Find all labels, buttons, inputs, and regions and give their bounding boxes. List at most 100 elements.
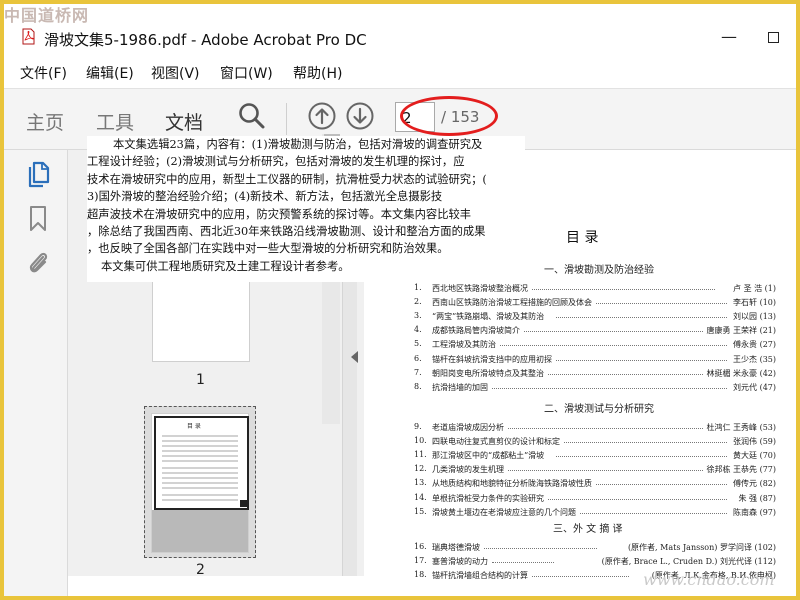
toc-entry[interactable]: 4. 成都铁路局管内滑坡简介 唐康勇 王荣祥 (21) (414, 325, 776, 337)
arrow-up-circle-icon[interactable] (307, 101, 337, 131)
minimize-button[interactable]: — (718, 26, 740, 48)
toc-entry-author-page: 卢 圣 浩 (1) (733, 284, 776, 293)
watermark-bottom: www.cndao.com (643, 570, 775, 589)
menu-edit[interactable]: 编辑(E) (86, 63, 134, 83)
toc-dot-leader (548, 498, 728, 500)
toc-entry-number: 10. (414, 436, 427, 446)
bookmark-icon[interactable] (28, 204, 48, 234)
toc-dot-leader (532, 576, 630, 578)
toc-section-title: 三、外 文 摘 译 (553, 524, 623, 535)
toc-entry-title: 那江滑坡区中的“成都粘土”滑坡 (432, 451, 545, 461)
toc-entry-title: 朝阳岗变电所滑坡特点及其整治 (432, 368, 544, 378)
toc-entry[interactable]: 8. 抗滑挡墙的加固 刘元代 (47) (414, 382, 776, 394)
page-thumbnails-icon[interactable] (26, 160, 50, 188)
toc-entry-title: 几类滑坡的发生机理 (432, 465, 504, 475)
toc-entry-number: 11. (414, 450, 427, 460)
toc-dot-leader (492, 387, 728, 389)
viewport-resize-handle[interactable] (240, 500, 247, 507)
pdf-file-icon (22, 28, 35, 45)
overlay-line: ，除总结了我国西南、西北近30年来铁路沿线滑坡勘测、设计和整治方面的成果 (87, 225, 486, 239)
menu-window[interactable]: 窗口(W) (220, 63, 273, 83)
toc-entry[interactable]: 13. 从地质结构和地貌特征分析陇海铁路滑坡性质 傅传元 (82) (414, 478, 776, 490)
toc-entry-number: 15. (414, 506, 427, 516)
toc-entry-title: 锚杆在斜坡抗滑支挡中的应用初探 (432, 354, 552, 364)
watermark-top: 中国道桥网 (4, 6, 90, 25)
toc-entry-number: 13. (414, 478, 427, 488)
toc-entry[interactable]: 11. 那江滑坡区中的“成都粘土”滑坡 黄大廷 (70) (414, 450, 776, 462)
toc-entry-number: 14. (414, 492, 427, 502)
toc-dot-leader (508, 470, 703, 472)
toc-entry-number: 7. (414, 367, 422, 377)
tab-tools[interactable]: 工具 (96, 108, 134, 135)
toc-dot-leader (484, 548, 598, 549)
toc-entry-author-page: (原作者, Mats Jansson) 罗学问译 (102) (627, 543, 776, 552)
overlay-line: ，也反映了全国各部门在实践中对一些大型滑坡的分析研究和防治效果。 (87, 242, 449, 256)
maximize-button[interactable] (762, 26, 784, 48)
menu-file[interactable]: 文件(F) (20, 63, 67, 83)
toc-entry-title: 四联电动往复式直剪仪的设计和标定 (432, 437, 560, 447)
attachment-icon[interactable] (25, 248, 51, 278)
overlay-line: 超声波技术在滑坡研究中的应用，防灾预警系统的探讨等。本文集内容比较丰 (87, 207, 472, 221)
toc-dot-leader (596, 484, 728, 486)
toc-entry[interactable]: 5. 工程滑坡及其防治 傅永贵 (27) (414, 339, 776, 351)
toc-entry[interactable]: 15. 滑坡黄土堰边在老滑坡应注意的几个问题 陈南森 (97) (414, 507, 776, 519)
toc-entry-number: 4. (414, 325, 422, 335)
acrobat-window: 中国道桥网 滑坡文集5-1986.pdf - Adobe Acrobat Pro… (4, 4, 796, 596)
toc-dot-leader (508, 428, 703, 429)
menu-view[interactable]: 视图(V) (151, 63, 200, 83)
toc-entry-number: 3. (414, 311, 422, 321)
toc-entry-author-page: 林挺楣 米永豪 (42) (706, 368, 776, 378)
left-rail (4, 150, 68, 596)
toc-entry-author-page: (原作者, Brace L., Cruden D.) 刘光代译 (112) (601, 557, 776, 567)
tab-home[interactable]: 主页 (26, 108, 64, 135)
toc-entry-title: 成都铁路局管内滑坡简介 (432, 326, 520, 336)
overlay-line: 本文集选辑23篇，内容有：(1)滑坡勘测与防治，包括对滑坡的调查研究及 (113, 138, 483, 151)
toc-entry-author-page: 李石轩 (10) (733, 298, 776, 308)
toc-entry-title: 滑坡黄土堰边在老滑坡应注意的几个问题 (432, 507, 576, 517)
overlay-line: 工程设计经验；(2)滑坡测试与分析研究，包括对滑坡的发生机理的探讨，应 (87, 155, 465, 169)
toc-entry[interactable]: 17. 塞普滑坡的动力 (原作者, Brace L., Cruden D.) 刘光代… (414, 556, 776, 568)
toc-entry-author-page: 傅永贵 (27) (733, 340, 776, 350)
menu-bar: 文件(F) 编辑(E) 视图(V) 窗口(W) 帮助(H) (4, 60, 796, 86)
toc-dot-leader (500, 345, 728, 347)
toc-section-title: 一、滑坡勘测及防治经验 (544, 265, 654, 276)
toc-entry-author-page: 刘以园 (13) (733, 312, 776, 322)
toc-entry-title: 抗滑挡墙的加固 (432, 382, 488, 392)
overlay-line: 技术在滑坡研究中的应用，新型土工仪器的研制，抗滑桩受力状态的试验研究；( (87, 172, 487, 186)
window-title: 滑坡文集5-1986.pdf - Adobe Acrobat Pro DC (44, 31, 367, 49)
toc-entry-title: 锚杆抗滑墙组合结构的计算 (432, 571, 528, 581)
toc-entry[interactable]: 6. 锚杆在斜坡抗滑支挡中的应用初探 王少杰 (35) (414, 354, 776, 366)
toc-entry-author-page: 徐邦栋 王恭先 (77) (706, 465, 776, 475)
thumbnail-selection[interactable]: 目 录 (144, 406, 256, 558)
toc-entry-author-page: 陈南森 (97) (733, 507, 776, 517)
toc-entry[interactable]: 12. 几类滑坡的发生机理 徐邦栋 王恭先 (77) (414, 464, 776, 476)
highlight-ellipse (400, 96, 498, 136)
search-icon[interactable] (238, 102, 266, 130)
toc-entry-title: 西南山区铁路防治滑坡工程措施的回顾及体会 (432, 298, 592, 308)
viewport-indicator[interactable] (154, 416, 249, 510)
toc-entry[interactable]: 9. 老道庙滑坡成因分析 杜鸿仁 王秀峰 (53) (414, 422, 776, 434)
toc-entry[interactable]: 14. 单根抗滑桩受力条件的实验研究 朱 强 (87) (414, 493, 776, 505)
toc-entry-title: 瑞典塔德滑坡 (432, 543, 480, 552)
title-bar: 中国道桥网 滑坡文集5-1986.pdf - Adobe Acrobat Pro… (4, 4, 796, 56)
toc-entry[interactable]: 1. 西北地区铁路滑坡整治概况 卢 圣 浩 (1) (414, 283, 776, 295)
toc-entry-title: 工程滑坡及其防治 (432, 340, 496, 350)
toc-entry-number: 9. (414, 422, 422, 431)
toc-entry[interactable]: 10. 四联电动往复式直剪仪的设计和标定 张润伟 (59) (414, 436, 776, 448)
toc-dot-leader (564, 442, 728, 444)
arrow-down-circle-icon[interactable] (345, 101, 375, 131)
toc-dot-leader (556, 317, 728, 319)
toc-entry[interactable]: 3. “两宝”铁路崩塌、滑坡及其防治 刘以园 (13) (414, 311, 776, 323)
toc-entry[interactable]: 16. 瑞典塔德滑坡 (原作者, Mats Jansson) 罗学问译 (102) (414, 542, 776, 554)
toc-dot-leader (548, 373, 703, 375)
menu-help[interactable]: 帮助(H) (293, 63, 342, 83)
toc-entry[interactable]: 2. 西南山区铁路防治滑坡工程措施的回顾及体会 李石轩 (10) (414, 297, 776, 309)
overlay-line: 本文集可供工程地质研究及土建工程设计者参考。 (101, 259, 350, 273)
tab-document[interactable]: 文档 (165, 108, 203, 135)
thumbnail-page-2: 目 录 (151, 413, 249, 553)
toc-dot-leader (556, 359, 728, 361)
toc-dot-leader (532, 289, 715, 290)
collapse-arrow-icon[interactable] (351, 351, 358, 363)
toc-entry[interactable]: 7. 朝阳岗变电所滑坡特点及其整治 林挺楣 米永豪 (42) (414, 368, 776, 380)
toc-entry-author-page: 唐康勇 王荣祥 (21) (706, 326, 776, 336)
